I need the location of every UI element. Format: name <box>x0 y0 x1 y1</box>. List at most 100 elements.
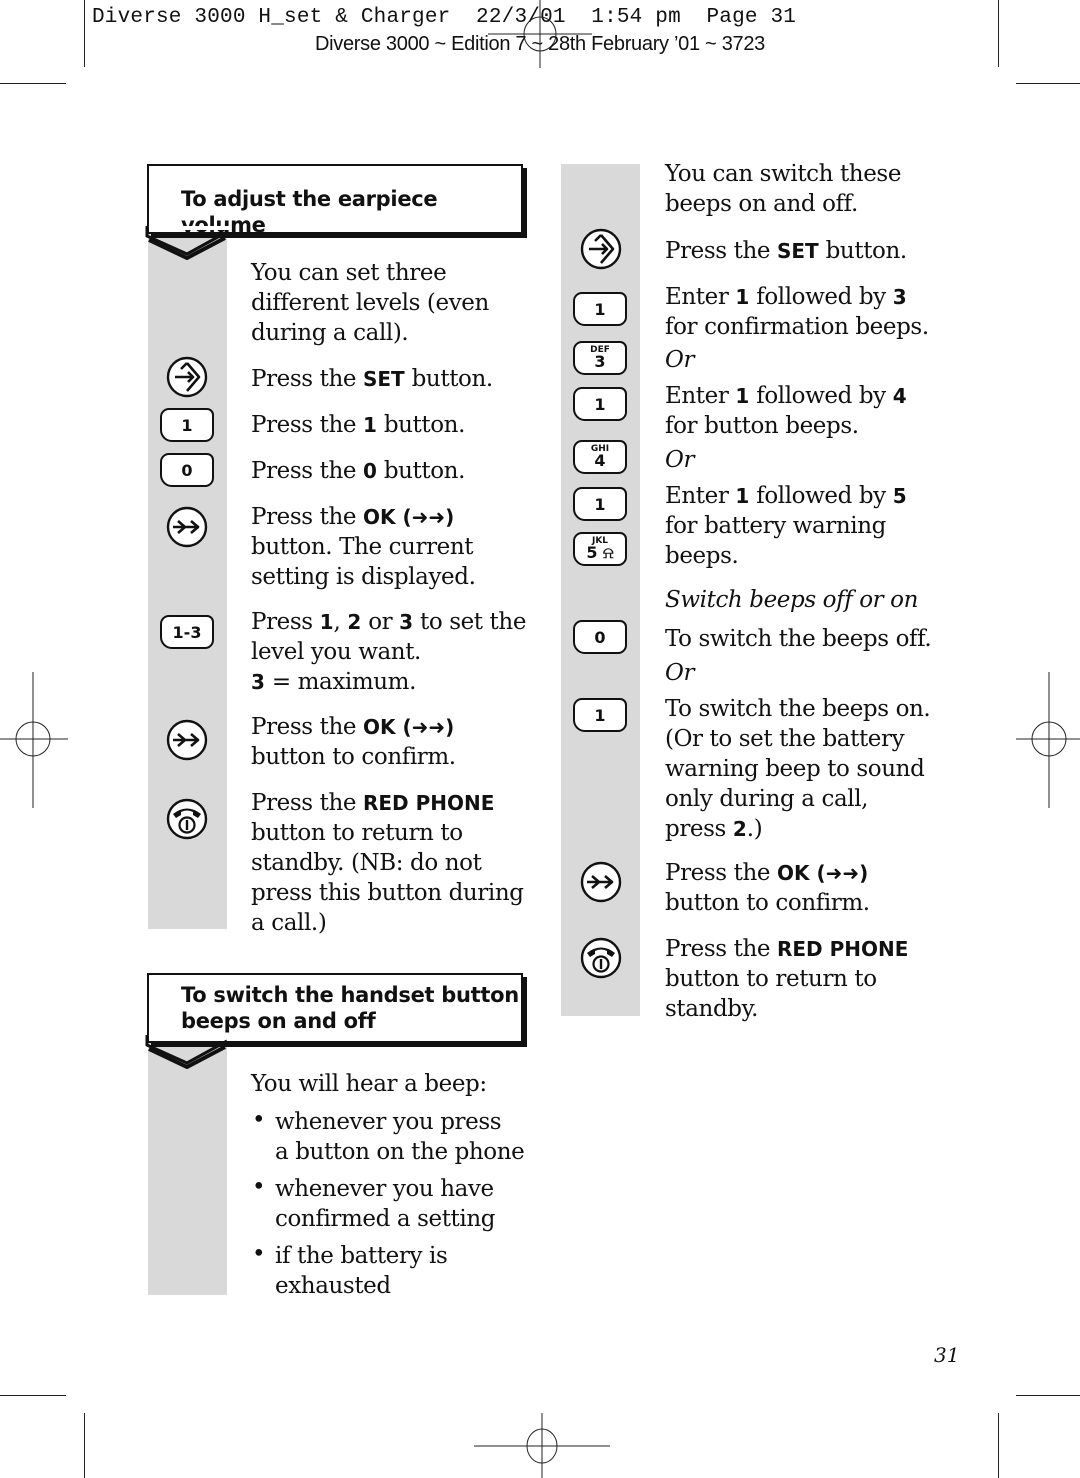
key-4-ghi-icon: GHI 4 <box>573 440 627 474</box>
text: button to confirm. <box>665 890 870 916</box>
text-line: You can switch these <box>665 161 902 187</box>
text: = maximum. <box>264 669 417 695</box>
text-line: To switch the beeps on. <box>665 694 931 724</box>
text: button. <box>404 366 494 392</box>
text-line: whenever you have <box>275 1176 494 1202</box>
text-line: beeps. <box>665 541 907 571</box>
bullet-item: if the battery is exhausted <box>275 1241 448 1301</box>
or-label: Or <box>665 345 694 375</box>
text-line: Enter 1 followed by 5 <box>665 481 907 511</box>
set-button-icon <box>166 356 208 398</box>
text: level you want. <box>251 639 421 665</box>
ok-button-icon <box>580 861 622 903</box>
step-press-set: Press the SET button. <box>251 364 493 394</box>
text-line: press 2.) <box>665 814 930 844</box>
beeps-intro: You will hear a beep: <box>251 1071 487 1097</box>
text: Press the <box>665 936 777 962</box>
text-line: You can set three <box>251 260 447 286</box>
registration-mark-icon <box>0 672 68 808</box>
bullet-item: whenever you have confirmed a setting <box>275 1174 495 1234</box>
key-1-icon: 1 <box>573 698 627 732</box>
text: for confirmation beeps. <box>665 314 929 340</box>
key-label: 1 <box>362 413 377 437</box>
section-header-button-beeps: To switch the handset button beeps on an… <box>147 973 523 1043</box>
text-line: Enter 1 followed by 3 <box>665 282 929 312</box>
text-line: a button on the phone <box>275 1139 525 1165</box>
text-line: for confirmation beeps. <box>665 312 929 342</box>
bullet-icon: • <box>252 1107 266 1133</box>
red-phone-icon <box>580 937 622 979</box>
bullet-icon: • <box>252 1241 266 1267</box>
text-line: standby. <box>665 994 908 1024</box>
print-slug: Diverse 3000 H_set & Charger 22/3/01 1:5… <box>92 6 797 29</box>
text: button. <box>376 412 466 438</box>
text: standby. (NB: do not <box>251 850 482 876</box>
key-0-icon: 0 <box>160 453 214 487</box>
key-label: 2 <box>347 610 362 634</box>
text: or <box>361 609 400 635</box>
text: Press the <box>251 714 363 740</box>
text: for battery warning <box>665 513 886 539</box>
key-label: 2 <box>732 817 747 841</box>
key-label: OK (➜➜) <box>362 505 455 529</box>
text: a call.) <box>251 910 327 936</box>
text: button. The current <box>251 534 474 560</box>
text-line: Press 1, 2 or 3 to set the <box>251 607 526 637</box>
or-label: Or <box>665 445 694 475</box>
text: button to confirm. <box>251 744 456 770</box>
text: followed by <box>749 483 893 509</box>
step-press-red-phone: Press the RED PHONE button to return to st… <box>665 934 908 1024</box>
text: Or <box>665 660 695 686</box>
key-1-icon: 1 <box>573 487 627 521</box>
step-press-0: Press the 0 button. <box>251 456 465 486</box>
text: warning beep to sound <box>665 756 925 782</box>
step-press-red-phone: Press the RED PHONE button to return to st… <box>251 788 524 938</box>
text-line: Press the RED PHONE <box>665 934 908 964</box>
text: Press the <box>251 366 363 392</box>
key-label: 0 <box>362 459 377 483</box>
crop-mark <box>0 1395 66 1396</box>
step-press-ok-display: Press the OK (➜➜) button. The current sett… <box>251 502 476 592</box>
text-line: warning beep to sound <box>665 754 930 784</box>
text: button to return to <box>665 966 877 992</box>
subheading-switch-beeps: Switch beeps off or on <box>665 585 918 615</box>
key-label: 5 <box>892 484 907 508</box>
text: Enter <box>665 483 736 509</box>
text: followed by <box>749 284 893 310</box>
registration-mark-icon <box>1016 672 1080 808</box>
text: Press the <box>251 458 363 484</box>
text-line: button to return to <box>665 964 908 994</box>
text: Switch beeps off or on <box>665 587 919 613</box>
text-line: confirmed a setting <box>275 1206 496 1232</box>
text-line: a call.) <box>251 908 524 938</box>
key-label: 1 <box>735 484 750 508</box>
crop-mark <box>998 1413 999 1478</box>
step-press-ok-confirm: Press the OK (➜➜) button to confirm. <box>665 858 870 918</box>
text-line: Press the RED PHONE <box>251 788 524 818</box>
crop-mark <box>1016 83 1080 84</box>
ok-button-icon <box>166 506 208 548</box>
text: Or <box>665 347 695 373</box>
key-5-jkl-icon: JKL 5 ⍾ <box>573 532 627 566</box>
text-line: button to confirm. <box>251 742 456 772</box>
page-number: 31 <box>934 1343 960 1367</box>
switch-intro: You can switch these beeps on and off. <box>665 159 901 219</box>
text-line: Press the OK (➜➜) <box>665 858 870 888</box>
text: Enter <box>665 284 736 310</box>
text-line: Press the OK (➜➜) <box>251 712 456 742</box>
key-label: RED PHONE <box>776 937 909 961</box>
text-line: during a call). <box>251 320 409 346</box>
text-line: only during a call, <box>665 784 930 814</box>
text-line: exhausted <box>275 1273 391 1299</box>
step-button-beeps: Enter 1 followed by 4 for button beeps. <box>665 381 907 441</box>
text: button. <box>818 238 908 264</box>
text-line: 3 = maximum. <box>251 667 526 697</box>
key-label: 3 <box>251 670 265 694</box>
step-icon-column <box>148 1040 227 1295</box>
text: Press the <box>251 790 363 816</box>
text: to set the <box>413 609 527 635</box>
text: Press the <box>665 860 777 886</box>
step-press-set: Press the SET button. <box>665 236 907 266</box>
key-1-icon: 1 <box>573 387 627 421</box>
text: (Or to set the battery <box>665 726 905 752</box>
